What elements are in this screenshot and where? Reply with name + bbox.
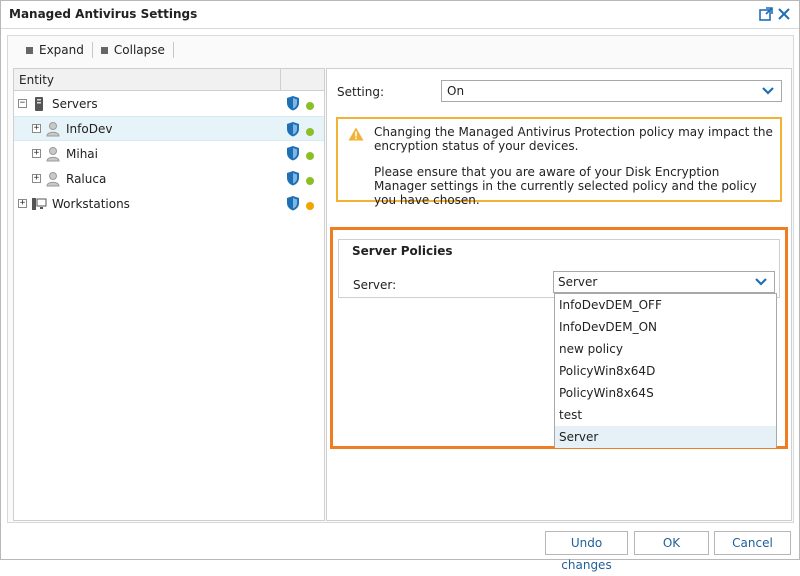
tree-item-mihai[interactable]: + Mihai <box>14 141 324 166</box>
server-policy-dropdown[interactable]: Server <box>553 271 775 293</box>
undo-changes-button[interactable]: Undo changes <box>545 531 628 572</box>
ok-button[interactable]: OK <box>634 531 709 555</box>
status-dot <box>306 177 314 185</box>
expand-toggle-icon[interactable]: + <box>18 199 27 208</box>
close-icon[interactable] <box>777 7 791 21</box>
dropdown-option[interactable]: PolicyWin8x64S <box>555 382 776 404</box>
collapse-label: Collapse <box>113 43 165 57</box>
dropdown-option[interactable]: PolicyWin8x64D <box>555 360 776 382</box>
expand-toggle-icon[interactable]: + <box>32 124 41 133</box>
dropdown-option[interactable]: InfoDevDEM_OFF <box>555 294 776 316</box>
server-icon <box>35 96 43 111</box>
title-actions <box>759 7 791 21</box>
status-dot <box>306 152 314 160</box>
shield-icon <box>287 196 299 211</box>
dialog-title: Managed Antivirus Settings <box>9 7 198 21</box>
toolbar-separator <box>172 42 174 58</box>
toolbar: Expand Collapse <box>8 36 793 64</box>
user-icon <box>46 146 60 161</box>
tree-item-workstations[interactable]: + Workstations <box>14 191 324 216</box>
entity-panel: Entity − Servers + InfoDev + Mihai + Ral… <box>13 68 325 521</box>
entity-column-header: Entity <box>14 69 324 91</box>
status-dot <box>306 102 314 110</box>
dropdown-option-selected[interactable]: Server <box>555 426 776 448</box>
expand-toggle-icon[interactable]: + <box>32 174 41 183</box>
setting-label: Setting: <box>337 85 385 99</box>
setting-value: On <box>447 84 465 98</box>
collapse-button[interactable]: Collapse <box>93 43 173 57</box>
warning-line-1: Changing the Managed Antivirus Protectio… <box>374 125 773 153</box>
tree-item-servers[interactable]: − Servers <box>14 91 324 116</box>
server-policy-options: InfoDevDEM_OFF InfoDevDEM_ON new policy … <box>554 293 777 448</box>
expand-label: Expand <box>39 43 84 57</box>
shield-icon <box>287 96 299 111</box>
expand-button[interactable]: Expand <box>18 43 92 57</box>
dropdown-option[interactable]: test <box>555 404 776 426</box>
dialog-content: Expand Collapse Entity − Servers + InfoD… <box>7 35 794 523</box>
shield-icon <box>287 122 299 137</box>
user-icon <box>46 171 60 186</box>
column-divider[interactable] <box>280 69 281 91</box>
expand-toggle-icon[interactable]: + <box>32 149 41 158</box>
chevron-down-icon <box>755 278 767 286</box>
shield-icon <box>287 171 299 186</box>
chevron-down-icon <box>762 87 774 95</box>
tree-item-infodev[interactable]: + InfoDev <box>14 116 324 141</box>
tree-item-raluca[interactable]: + Raluca <box>14 166 324 191</box>
tree-item-label: Raluca <box>66 171 107 186</box>
expand-icon <box>26 46 33 54</box>
cancel-button[interactable]: Cancel <box>714 531 791 555</box>
tree-item-label: InfoDev <box>66 121 113 136</box>
server-policies-title: Server Policies <box>349 244 456 258</box>
setting-dropdown[interactable]: On <box>441 80 782 102</box>
collapse-toggle-icon[interactable]: − <box>18 99 27 108</box>
status-dot <box>306 128 314 136</box>
tree-item-label: Workstations <box>52 196 130 211</box>
entity-header-label: Entity <box>19 72 55 87</box>
title-bar: Managed Antivirus Settings <box>1 1 799 29</box>
server-policy-value: Server <box>558 275 598 289</box>
dropdown-option[interactable]: new policy <box>555 338 776 360</box>
collapse-icon <box>100 46 108 54</box>
maximize-icon[interactable] <box>759 7 773 21</box>
status-dot <box>306 202 314 210</box>
encryption-warning: Changing the Managed Antivirus Protectio… <box>336 117 782 207</box>
server-label: Server: <box>353 278 397 292</box>
settings-dialog: Managed Antivirus Settings Expand Collap… <box>0 0 800 572</box>
shield-icon <box>287 146 299 161</box>
warning-text: Changing the Managed Antivirus Protectio… <box>374 125 774 219</box>
settings-panel: Setting: On Changing the Managed Antivir… <box>326 68 792 521</box>
server-policies-group: Server Policies Server: Server InfoDevDE… <box>338 239 780 448</box>
tree-item-label: Servers <box>52 96 98 111</box>
warning-line-2: Please ensure that you are aware of your… <box>374 165 757 207</box>
tree-item-label: Mihai <box>66 146 98 161</box>
warning-icon <box>348 127 364 141</box>
workstation-icon <box>32 197 47 210</box>
highlight-frame: Server Policies Server: Server InfoDevDE… <box>330 227 788 449</box>
dropdown-option[interactable]: InfoDevDEM_ON <box>555 316 776 338</box>
user-icon <box>46 121 60 136</box>
